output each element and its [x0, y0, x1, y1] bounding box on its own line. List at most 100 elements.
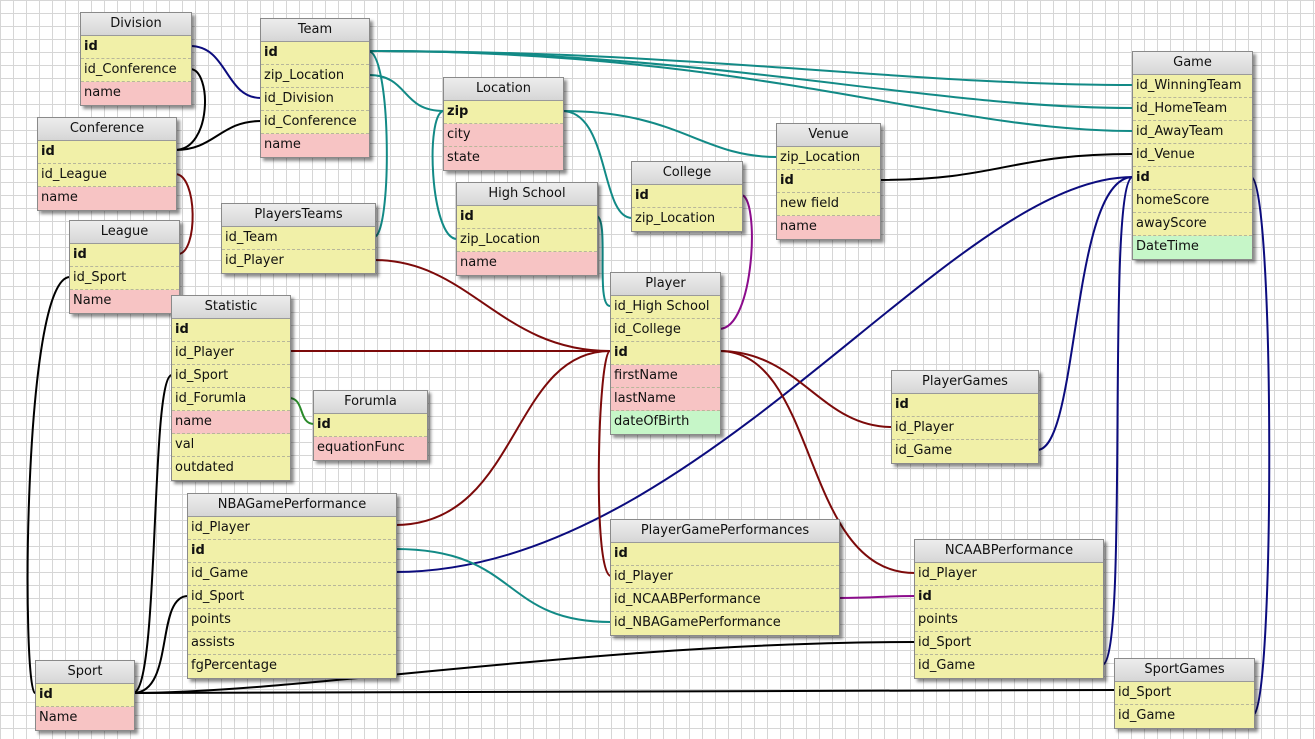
field-row[interactable]: id_League	[38, 164, 176, 187]
field-row[interactable]: id_Game	[915, 655, 1103, 678]
table-player[interactable]: Player id_High School id_College id firstNam…	[610, 272, 721, 435]
field-row[interactable]: id_Player	[892, 417, 1038, 440]
field-row[interactable]: Name	[36, 707, 134, 730]
field-row[interactable]: id_Division	[261, 88, 369, 111]
primary-key-field[interactable]: id	[611, 342, 720, 365]
field-row[interactable]: name	[81, 82, 191, 105]
field-row[interactable]: id_Game	[188, 563, 396, 586]
field-row[interactable]: id_Game	[1115, 705, 1254, 728]
field-row[interactable]: id_Conference	[261, 111, 369, 134]
table-venue[interactable]: Venue zip_Location id new field name	[776, 123, 881, 240]
primary-key-field[interactable]: id	[36, 684, 134, 707]
table-highschool[interactable]: High School id zip_Location name	[456, 182, 598, 276]
field-row[interactable]: new field	[777, 193, 880, 216]
primary-key-field[interactable]: zip	[444, 101, 563, 124]
field-row[interactable]: id_Team	[222, 227, 375, 250]
table-sport[interactable]: Sport id Name	[35, 660, 135, 731]
table-title: High School	[457, 183, 597, 206]
field-row[interactable]: id_Forumla	[172, 388, 290, 411]
primary-key-field[interactable]: id	[892, 394, 1038, 417]
field-row[interactable]: id_Sport	[70, 267, 179, 290]
table-title: Division	[81, 13, 191, 36]
primary-key-field[interactable]: id	[457, 206, 597, 229]
field-row[interactable]: zip_Location	[777, 147, 880, 170]
primary-key-field[interactable]: id	[1133, 167, 1252, 190]
table-college[interactable]: College id zip_Location	[631, 161, 743, 232]
primary-key-field[interactable]: id	[38, 141, 176, 164]
field-row[interactable]: assists	[188, 632, 396, 655]
primary-key-field[interactable]: id	[314, 414, 427, 437]
table-nbagameperformance[interactable]: NBAGamePerformance id_Player id id_Game id_S…	[187, 493, 397, 679]
field-row[interactable]: name	[38, 187, 176, 210]
field-row[interactable]: name	[172, 411, 290, 434]
table-league[interactable]: League id id_Sport Name	[69, 220, 180, 314]
primary-key-field[interactable]: id	[777, 170, 880, 193]
field-row[interactable]: points	[915, 609, 1103, 632]
field-row[interactable]: id_HomeTeam	[1133, 98, 1252, 121]
field-row[interactable]: id_AwayTeam	[1133, 121, 1252, 144]
field-row[interactable]: equationFunc	[314, 437, 427, 460]
field-row[interactable]: zip_Location	[632, 208, 742, 231]
table-forumla[interactable]: Forumla id equationFunc	[313, 390, 428, 461]
field-row[interactable]: fgPercentage	[188, 655, 396, 678]
field-row[interactable]: state	[444, 147, 563, 170]
field-row[interactable]: outdated	[172, 457, 290, 480]
field-row[interactable]: Name	[70, 290, 179, 313]
primary-key-field[interactable]: id	[611, 543, 839, 566]
link-sportgames-game	[1250, 176, 1271, 716]
field-row[interactable]: val	[172, 434, 290, 457]
field-row[interactable]: id_Sport	[1115, 682, 1254, 705]
field-row[interactable]: name	[457, 252, 597, 275]
field-row[interactable]: id_Player	[222, 250, 375, 273]
field-row[interactable]: id_Sport	[172, 365, 290, 388]
field-row[interactable]: dateOfBirth	[611, 411, 720, 434]
primary-key-field[interactable]: id	[632, 185, 742, 208]
field-row[interactable]: awayScore	[1133, 213, 1252, 236]
field-row[interactable]: id_Player	[611, 566, 839, 589]
field-row[interactable]: id_NCAABPerformance	[611, 589, 839, 612]
table-statistic[interactable]: Statistic id id_Player id_Sport id_Forumla na…	[171, 295, 291, 481]
field-row[interactable]: id_Game	[892, 440, 1038, 463]
primary-key-field[interactable]: id	[261, 42, 369, 65]
table-team[interactable]: Team id zip_Location id_Division id_Conferen…	[260, 18, 370, 158]
table-playergameperformances[interactable]: PlayerGamePerformances id id_Player id_NCAA…	[610, 519, 840, 636]
field-row[interactable]: city	[444, 124, 563, 147]
field-row[interactable]: id_Player	[915, 563, 1103, 586]
table-game[interactable]: Game id_WinningTeam id_HomeTeam id_AwayTeam…	[1132, 51, 1253, 260]
link-venue-game	[878, 153, 1134, 181]
field-row[interactable]: id_College	[611, 319, 720, 342]
field-row[interactable]: id_Sport	[188, 586, 396, 609]
field-row[interactable]: id_Player	[172, 342, 290, 365]
primary-key-field[interactable]: id	[70, 244, 179, 267]
field-row[interactable]: id_NBAGamePerformance	[611, 612, 839, 635]
field-row[interactable]: homeScore	[1133, 190, 1252, 213]
field-row[interactable]: name	[777, 216, 880, 239]
table-sportgames[interactable]: SportGames id_Sport id_Game	[1114, 658, 1255, 729]
field-row[interactable]: id_Venue	[1133, 144, 1252, 167]
table-playersteams[interactable]: PlayersTeams id_Team id_Player	[221, 203, 376, 274]
field-row[interactable]: name	[261, 134, 369, 157]
table-ncaabperformance[interactable]: NCAABPerformance id_Player id points id_Spor…	[914, 539, 1104, 679]
field-row[interactable]: id_Sport	[915, 632, 1103, 655]
primary-key-field[interactable]: id	[188, 540, 396, 563]
field-row[interactable]: zip_Location	[457, 229, 597, 252]
table-title: Forumla	[314, 391, 427, 414]
table-division[interactable]: Division id id_Conference name	[80, 12, 192, 106]
field-row[interactable]: id_WinningTeam	[1133, 75, 1252, 98]
field-row[interactable]: id_Player	[188, 517, 396, 540]
table-location[interactable]: Location zip city state	[443, 77, 564, 171]
field-row[interactable]: zip_Location	[261, 65, 369, 88]
field-row[interactable]: DateTime	[1133, 236, 1252, 259]
table-title: SportGames	[1115, 659, 1254, 682]
table-conference[interactable]: Conference id id_League name	[37, 117, 177, 211]
primary-key-field[interactable]: id	[915, 586, 1103, 609]
field-row[interactable]: id_High School	[611, 296, 720, 319]
table-playergames[interactable]: PlayerGames id id_Player id_Game	[891, 370, 1039, 464]
field-row[interactable]: firstName	[611, 365, 720, 388]
primary-key-field[interactable]: id	[81, 36, 191, 59]
field-row[interactable]: points	[188, 609, 396, 632]
primary-key-field[interactable]: id	[172, 319, 290, 342]
field-row[interactable]: lastName	[611, 388, 720, 411]
field-row[interactable]: id_Conference	[81, 59, 191, 82]
table-title: Player	[611, 273, 720, 296]
